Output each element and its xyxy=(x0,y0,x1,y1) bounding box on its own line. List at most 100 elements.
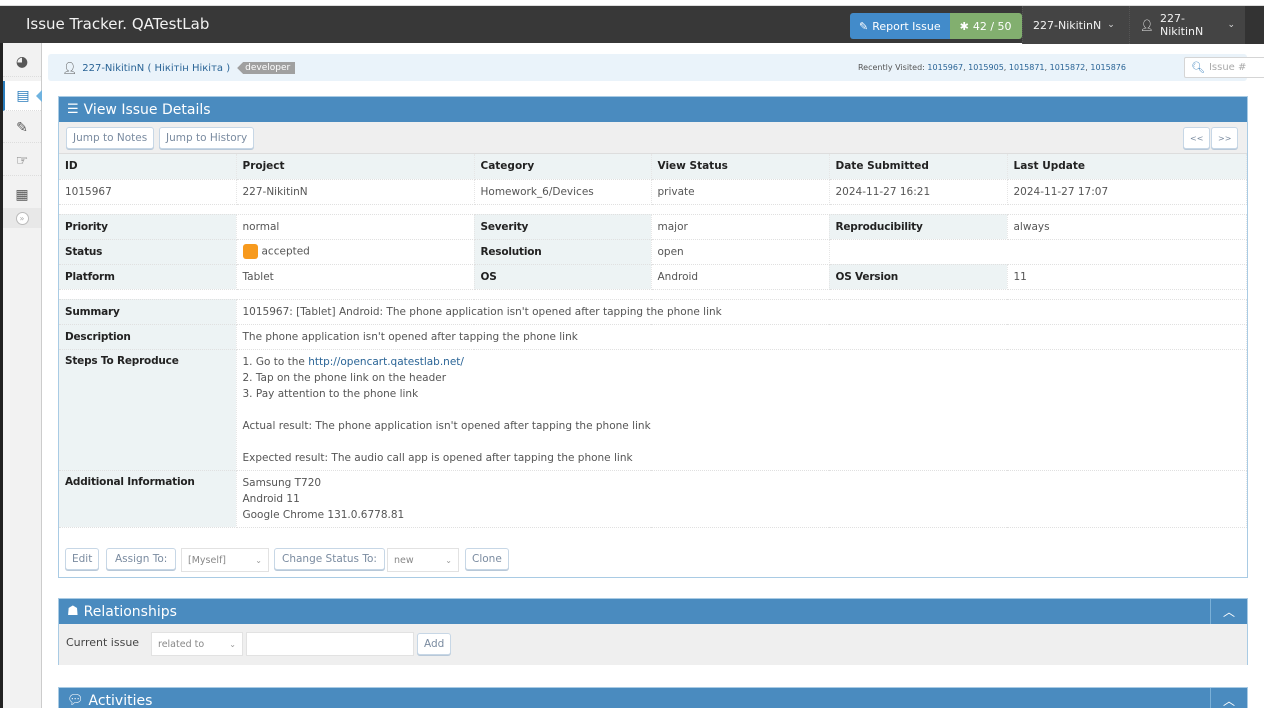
assign-to-button[interactable]: Assign To: xyxy=(106,548,177,570)
chevron-down-icon: ⌄ xyxy=(1107,20,1115,30)
jump-to-history-button[interactable]: Jump to History xyxy=(159,127,255,149)
project-dropdown[interactable]: 227-NikitinN ⌄ xyxy=(1022,6,1129,44)
recent-issue-link[interactable]: 1015876 xyxy=(1090,63,1126,72)
priority-row: Priority normal Severity major Reproduci… xyxy=(59,214,1247,240)
panel-header: ☰ View Issue Details xyxy=(59,97,1247,122)
issue-actions: Edit Assign To: [Myself] ⌄ Change Status … xyxy=(59,548,1247,576)
summary-row: Summary 1015967: [Tablet] Android: The p… xyxy=(59,299,1247,325)
steps-label: Steps To Reproduce xyxy=(59,349,237,471)
recent-issue-link[interactable]: 1015967 xyxy=(927,63,963,72)
reproducibility-label: Reproducibility xyxy=(829,214,1008,240)
edit-button[interactable]: Edit xyxy=(65,548,100,570)
app-title[interactable]: Issue Tracker. QATestLab xyxy=(26,15,209,33)
priority-label: Priority xyxy=(59,214,237,240)
steps-row: Steps To Reproduce 1. Go to the http://o… xyxy=(59,349,1247,471)
additional-info-label: Additional Information xyxy=(59,470,237,528)
issue-category: Homework_6/Devices xyxy=(474,179,652,205)
details-toolbar: Jump to Notes Jump to History << >> xyxy=(59,122,1247,154)
change-status-select[interactable]: new ⌄ xyxy=(387,548,459,572)
additional-line: Google Chrome 131.0.6778.81 xyxy=(242,508,405,521)
issue-date-submitted: 2024-11-27 16:21 xyxy=(829,179,1008,205)
top-button-group: ✎ Report Issue ✱ 42 / 50 xyxy=(850,13,1022,39)
priority-value: normal xyxy=(236,214,475,240)
status-color-badge xyxy=(242,244,258,259)
additional-line: Samsung T720 xyxy=(242,476,322,489)
recent-issue-link[interactable]: 1015871 xyxy=(1009,63,1045,72)
col-header-date-submitted: Date Submitted xyxy=(829,154,1008,180)
recently-visited: Recently Visited: 1015967, 1015905, 1015… xyxy=(857,63,1126,72)
add-relationship-button[interactable]: Add xyxy=(417,633,452,655)
resolution-label: Resolution xyxy=(474,239,652,265)
description-row: Description The phone application isn't … xyxy=(59,324,1247,350)
severity-value: major xyxy=(651,214,830,240)
related-issue-input[interactable] xyxy=(246,632,414,656)
list-icon: ▤ xyxy=(16,87,30,104)
description-value: The phone application isn't opened after… xyxy=(236,324,1247,350)
change-status-button[interactable]: Change Status To: xyxy=(274,548,385,570)
chevron-down-icon: ⌄ xyxy=(1227,20,1235,30)
prev-issue-button[interactable]: << xyxy=(1183,127,1211,149)
comments-icon: 💬︎ xyxy=(67,693,84,708)
edit-icon: ✎ xyxy=(859,19,869,33)
clone-button[interactable]: Clone xyxy=(465,548,509,570)
panel-title: View Issue Details xyxy=(83,101,211,118)
spacer xyxy=(59,289,1247,300)
user-icon: 👤︎ xyxy=(1140,18,1154,32)
spacer xyxy=(59,204,1247,215)
description-label: Description xyxy=(59,324,237,350)
chevron-up-icon: ︿ xyxy=(1222,694,1235,708)
tachometer-icon: ◕ xyxy=(15,53,29,70)
issue-search-input[interactable] xyxy=(1208,62,1264,73)
issue-count-button[interactable]: ✱ 42 / 50 xyxy=(949,13,1022,39)
assign-to-select[interactable]: [Myself] ⌄ xyxy=(181,548,269,572)
list-icon: ☰ xyxy=(67,102,79,117)
search-icon: 🔍︎ xyxy=(1191,61,1205,74)
next-issue-button[interactable]: >> xyxy=(1211,127,1239,149)
relation-type-select[interactable]: related to ⌄ xyxy=(151,632,243,656)
chevron-down-icon: ⌄ xyxy=(255,555,262,565)
platform-row: Platform Tablet OS Android OS Version 11 xyxy=(59,264,1247,290)
collapse-button[interactable]: ︿ xyxy=(1210,599,1247,624)
sidebar-collapse-button[interactable]: » xyxy=(3,208,41,228)
recent-issue-link[interactable]: 1015905 xyxy=(968,63,1004,72)
step-3: 3. Pay attention to the phone link xyxy=(242,387,419,400)
breadcrumb-bar: 👤︎ 227-NikitinN ( Нікітін Нікіта ) devel… xyxy=(48,54,1264,81)
user-dropdown[interactable]: 👤︎ 227-NikitinN ⌄ xyxy=(1129,6,1245,44)
additional-info-row: Additional Information Samsung T720 Andr… xyxy=(59,470,1247,528)
bug-icon: ✱ xyxy=(959,19,969,33)
os-value: Android xyxy=(651,264,830,290)
summary-value: 1015967: [Tablet] Android: The phone app… xyxy=(236,299,1247,325)
opencart-link[interactable]: http://opencart.qatestlab.net/ xyxy=(308,356,464,368)
board-icon: ▦ xyxy=(15,186,29,203)
issue-view-status: private xyxy=(651,179,830,205)
report-issue-label: Report Issue xyxy=(872,19,941,33)
additional-info-value: Samsung T720 Android 11 Google Chrome 13… xyxy=(236,470,1247,528)
sidebar-item-dashboard[interactable]: ◕ xyxy=(3,47,41,77)
user-link[interactable]: 227-NikitinN ( Нікітін Нікіта ) xyxy=(82,63,230,74)
os-version-label: OS Version xyxy=(829,264,1008,290)
platform-value: Tablet xyxy=(236,264,475,290)
issue-search-box[interactable]: 🔍︎ xyxy=(1184,57,1264,78)
status-label: Status xyxy=(59,239,237,265)
sidebar-item-change-log[interactable]: ☞ xyxy=(3,146,41,176)
sidebar-item-report-issue[interactable]: ✎ xyxy=(3,113,41,143)
status-cell: accepted xyxy=(236,239,475,265)
navbar-edge xyxy=(1245,6,1264,44)
issue-count: 42 / 50 xyxy=(972,19,1012,33)
col-header-last-update: Last Update xyxy=(1007,154,1247,180)
col-header-category: Category xyxy=(474,154,652,180)
chevron-down-icon: ⌄ xyxy=(229,639,236,649)
report-issue-button[interactable]: ✎ Report Issue xyxy=(850,13,950,39)
hand-pointer-icon: ☞ xyxy=(15,152,29,169)
steps-value: 1. Go to the http://opencart.qatestlab.n… xyxy=(236,349,1247,471)
jump-to-notes-button[interactable]: Jump to Notes xyxy=(66,127,155,149)
breadcrumb-user: 👤︎ 227-NikitinN ( Нікітін Нікіта ) devel… xyxy=(62,61,296,75)
sidebar-item-roadmap[interactable]: ▦ xyxy=(3,180,41,210)
collapse-button[interactable]: ︿ xyxy=(1210,688,1247,708)
recent-issue-link[interactable]: 1015872 xyxy=(1050,63,1086,72)
additional-line: Android 11 xyxy=(242,492,300,505)
sidebar-item-view-issues[interactable]: ▤ xyxy=(3,81,42,111)
os-version-value: 11 xyxy=(1007,264,1247,290)
